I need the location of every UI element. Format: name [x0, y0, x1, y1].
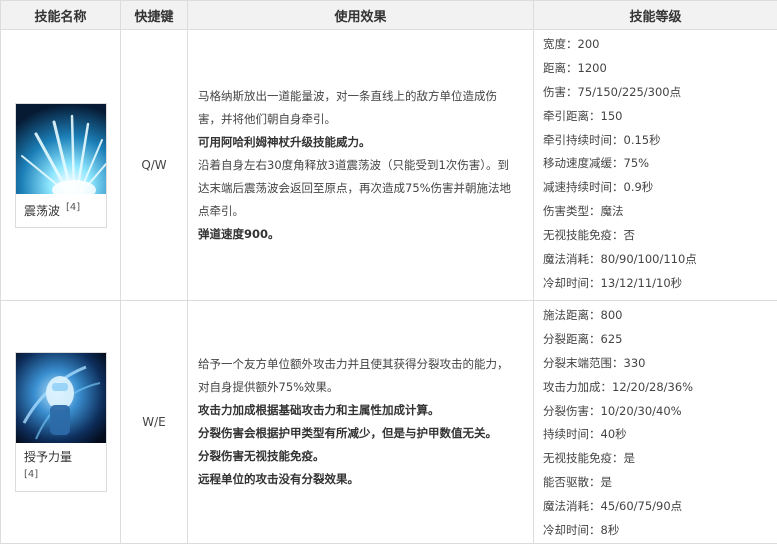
- skill-name-area: 震荡波 [4]: [16, 194, 106, 227]
- effect-text: 弹道速度900。: [198, 226, 280, 241]
- effect-text: 给予一个友方单位额外攻击力并且使其获得分裂攻击的能力，对自身提供额外75%效果。: [198, 357, 509, 394]
- effect-text: 攻击力加成根据基础攻击力和主属性加成计算。: [198, 403, 440, 417]
- skills-table: 技能名称 快捷键 使用效果 技能等级 震荡波 [4] Q/W 马格纳斯放出一道能…: [0, 0, 777, 544]
- effect-cell: 马格纳斯放出一道能量波，对一条直线上的敌方单位造成伤害，并将他们朝自身牵引。 可…: [187, 29, 534, 301]
- effect-text: 马格纳斯放出一道能量波，对一条直线上的敌方单位造成伤害，并将他们朝自身牵引。: [198, 88, 497, 126]
- shockwave-icon[interactable]: [16, 103, 106, 194]
- level-stat: 伤害：75/150/225/300点: [543, 84, 682, 99]
- skill-card[interactable]: 授予力量 [4]: [15, 352, 107, 492]
- level-stat: 攻击力加成：12/20/28/36%: [543, 379, 694, 394]
- skill-name[interactable]: 授予力量: [24, 450, 72, 464]
- effect-text: 沿着自身左右30度角释放3道震荡波（只能受到1次伤害）。到达末端后震荡波会返回至…: [198, 157, 512, 218]
- header-hotkey: 快捷键: [120, 0, 188, 30]
- header-row: 技能名称 快捷键 使用效果 技能等级: [0, 0, 777, 30]
- levels-cell: 施法距离：800 分裂距离：625 分裂末端范围：330 攻击力加成：12/20…: [533, 300, 777, 544]
- hotkey-cell: W/E: [120, 300, 188, 544]
- level-stat: 冷却时间：13/12/11/10秒: [543, 275, 683, 290]
- level-stat: 牵引持续时间：0.15秒: [543, 132, 661, 147]
- level-stat: 伤害类型：魔法: [543, 204, 624, 219]
- level-stat: 施法距离：800: [543, 308, 623, 322]
- level-stat: 牵引距离：150: [543, 108, 623, 123]
- effect-text: 分裂伤害会根据护甲类型有所减少，但是与护甲数值无关。: [198, 426, 497, 440]
- level-stat: 宽度：200: [543, 37, 600, 51]
- header-levels: 技能等级: [533, 0, 777, 30]
- level-stat: 持续时间：40秒: [543, 427, 627, 442]
- level-stat: 分裂距离：625: [543, 331, 623, 346]
- level-stat: 分裂伤害：10/20/30/40%: [543, 403, 682, 418]
- effect-text: 分裂伤害无视技能免疫。: [198, 449, 325, 463]
- header-effect: 使用效果: [187, 0, 534, 30]
- reference-mark[interactable]: [4]: [24, 467, 100, 483]
- level-stat: 魔法消耗：45/60/75/90点: [543, 499, 683, 514]
- level-stat: 能否驱散：是: [543, 475, 612, 490]
- level-stat: 无视技能免疫：是: [543, 451, 635, 466]
- skill-name-cell: 震荡波 [4]: [0, 29, 121, 301]
- table-row: 震荡波 [4] Q/W 马格纳斯放出一道能量波，对一条直线上的敌方单位造成伤害，并…: [0, 29, 777, 301]
- skill-name-cell: 授予力量 [4]: [0, 300, 121, 544]
- skill-card[interactable]: 震荡波 [4]: [15, 102, 107, 228]
- header-skill-name: 技能名称: [0, 0, 121, 30]
- level-stat: 分裂末端范围：330: [543, 355, 646, 370]
- level-stat: 距离：1200: [543, 60, 607, 75]
- levels-cell: 宽度：200 距离：1200 伤害：75/150/225/300点 牵引距离：1…: [533, 29, 777, 301]
- empower-icon[interactable]: [16, 353, 106, 443]
- table-row: 授予力量 [4] W/E 给予一个友方单位额外攻击力并且使其获得分裂攻击的能力，…: [0, 300, 777, 544]
- level-stat: 冷却时间：8秒: [543, 523, 620, 538]
- reference-mark[interactable]: [4]: [66, 202, 80, 213]
- skill-name-area: 授予力量 [4]: [16, 443, 106, 491]
- level-stat: 移动速度减缓：75%: [543, 156, 650, 171]
- effect-text: 可用阿哈利姆神杖升级技能威力。: [198, 134, 371, 149]
- effect-text: 远程单位的攻击没有分裂效果。: [198, 472, 359, 486]
- hotkey-cell: Q/W: [120, 29, 188, 301]
- level-stat: 无视技能免疫：否: [543, 228, 635, 243]
- level-stat: 魔法消耗：80/90/100/110点: [543, 252, 697, 267]
- skill-name[interactable]: 震荡波: [24, 204, 60, 218]
- effect-cell: 给予一个友方单位额外攻击力并且使其获得分裂攻击的能力，对自身提供额外75%效果。…: [187, 300, 534, 544]
- level-stat: 减速持续时间：0.9秒: [543, 180, 654, 195]
